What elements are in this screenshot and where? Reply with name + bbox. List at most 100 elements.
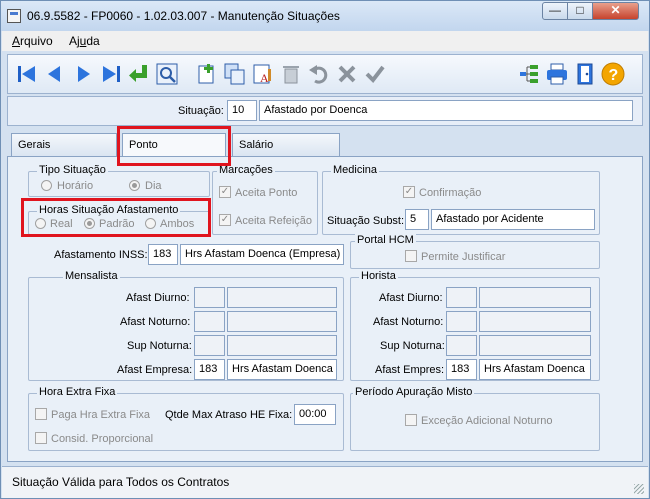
situacao-bar: Situação: 10 Afastado por Doenca [7, 96, 643, 126]
situacao-subst-description-field: Afastado por Acidente [431, 209, 595, 230]
last-record-button[interactable] [98, 61, 124, 87]
aceita-refeicao-checkbox[interactable]: ✓ [219, 214, 231, 226]
mensalista-sup-noturna-label: Sup Noturna: [127, 340, 192, 352]
undo-button[interactable] [306, 61, 332, 87]
last-icon [103, 66, 120, 82]
delete-icon [283, 66, 299, 84]
radio-padrao[interactable] [84, 218, 95, 229]
permite-justificar-checkbox[interactable] [405, 250, 417, 262]
previous-record-button[interactable] [42, 61, 68, 87]
horista-group: Horista Afast Diurno: Afast Noturno: Sup… [350, 270, 600, 381]
horista-sup-noturna-code-field[interactable] [446, 335, 477, 356]
mensalista-sup-noturna-code-field[interactable] [194, 335, 225, 356]
radio-padrao-label: Padrão [99, 218, 135, 230]
radio-ambos-label: Ambos [160, 218, 195, 230]
resize-grip-icon[interactable] [634, 484, 644, 494]
delete-record-button[interactable] [278, 61, 304, 87]
menu-ajuda[interactable]: Ajuda [69, 34, 100, 48]
horista-title: Horista [359, 270, 398, 282]
marcacoes-group: Marcações ✓ Aceita Ponto ✓ Aceita Refeiç… [212, 164, 318, 235]
mensalista-empresa-code-field[interactable]: 183 [194, 359, 225, 380]
confirmacao-checkbox[interactable]: ✓ [403, 186, 415, 198]
copy-icon [224, 63, 245, 85]
new-record-button[interactable] [194, 61, 220, 87]
edit-record-button[interactable]: A [250, 61, 276, 87]
exit-icon [577, 63, 593, 85]
situacao-label: Situação: [178, 105, 224, 117]
radio-horario[interactable] [41, 180, 52, 191]
paga-hora-extra-checkbox[interactable] [35, 408, 47, 420]
toolbar: A ? [7, 54, 643, 94]
menu-arquivo[interactable]: Arquivo [12, 34, 53, 48]
maximize-button[interactable]: □ [567, 2, 593, 20]
copy-record-button[interactable] [222, 61, 248, 87]
mensalista-diurno-description-field [227, 287, 337, 308]
enter-button[interactable] [126, 61, 152, 87]
horista-sup-noturna-label: Sup Noturna: [380, 340, 445, 352]
cancel-icon [338, 65, 356, 83]
horista-noturno-description-field [479, 311, 591, 332]
tab-gerais[interactable]: Gerais [11, 133, 117, 157]
paga-hora-extra-label: Paga Hra Extra Fixa [51, 409, 151, 421]
next-icon [78, 66, 90, 82]
hora-extra-fixa-title: Hora Extra Fixa [37, 386, 118, 398]
zoom-icon [156, 63, 178, 85]
mensalista-noturno-label: Afast Noturno: [120, 316, 191, 328]
radio-dia[interactable] [129, 180, 140, 191]
print-icon [547, 63, 567, 85]
next-record-button[interactable] [70, 61, 96, 87]
portal-hcm-group: Portal HCM Permite Justificar [350, 234, 600, 269]
enter-icon [129, 65, 147, 82]
excecao-adicional-checkbox[interactable] [405, 414, 417, 426]
situacao-code-field[interactable]: 10 [227, 100, 257, 121]
mensalista-diurno-code-field[interactable] [194, 287, 225, 308]
mensalista-empresa-label: Afast Empresa: [117, 364, 193, 376]
menu-ajuda-label-end: da [86, 34, 100, 48]
tree-view-button[interactable] [516, 61, 542, 87]
minimize-button[interactable]: — [542, 2, 568, 20]
cancel-button[interactable] [334, 61, 360, 87]
radio-real-label: Real [50, 218, 73, 230]
confirm-icon [365, 65, 385, 84]
print-button[interactable] [544, 61, 570, 87]
confirmacao-label: Confirmação [419, 187, 482, 199]
ponto-tab-panel: Tipo Situação Horário Dia Horas Situação… [7, 156, 643, 462]
svg-text:A: A [260, 71, 269, 85]
tipo-situacao-title: Tipo Situação [37, 164, 108, 176]
hora-extra-fixa-group: Hora Extra Fixa Paga Hra Extra Fixa Cons… [28, 386, 344, 451]
aceita-ponto-label: Aceita Ponto [235, 187, 298, 199]
close-button[interactable]: ✕ [592, 2, 639, 20]
confirm-button[interactable] [362, 61, 388, 87]
aceita-ponto-checkbox[interactable]: ✓ [219, 186, 231, 198]
horista-diurno-description-field [479, 287, 591, 308]
new-icon [198, 64, 214, 84]
exit-button[interactable] [572, 61, 598, 87]
radio-real[interactable] [35, 218, 46, 229]
zoom-button[interactable] [154, 61, 180, 87]
help-button[interactable]: ? [600, 61, 626, 87]
horista-noturno-code-field[interactable] [446, 311, 477, 332]
horista-empresa-code-field[interactable]: 183 [446, 359, 477, 380]
permite-justificar-label: Permite Justificar [421, 251, 506, 263]
qtde-max-atraso-field[interactable]: 00:00 [294, 404, 336, 425]
consid-proporcional-label: Consid. Proporcional [51, 433, 154, 445]
first-record-button[interactable] [14, 61, 40, 87]
status-bar: Situação Válida para Todos os Contratos [2, 466, 648, 498]
undo-icon [309, 65, 328, 84]
radio-ambos[interactable] [145, 218, 156, 229]
tab-ponto[interactable]: Ponto [122, 133, 226, 157]
situacao-description-field: Afastado por Doenca [259, 100, 633, 121]
consid-proporcional-checkbox[interactable] [35, 432, 47, 444]
afastamento-inss-code-field[interactable]: 183 [148, 244, 178, 265]
mensalista-diurno-label: Afast Diurno: [126, 292, 190, 304]
mensalista-noturno-code-field[interactable] [194, 311, 225, 332]
horista-diurno-code-field[interactable] [446, 287, 477, 308]
help-icon: ? [601, 62, 625, 86]
situacao-subst-code-field[interactable]: 5 [405, 209, 429, 230]
aceita-refeicao-label: Aceita Refeição [235, 215, 313, 227]
marcacoes-title: Marcações [217, 164, 275, 176]
app-icon [7, 9, 21, 23]
tab-salario[interactable]: Salário [232, 133, 340, 157]
afastamento-inss-label: Afastamento INSS: [54, 249, 148, 261]
medicina-group: Medicina ✓ Confirmação Situação Subst: 5… [322, 164, 600, 235]
